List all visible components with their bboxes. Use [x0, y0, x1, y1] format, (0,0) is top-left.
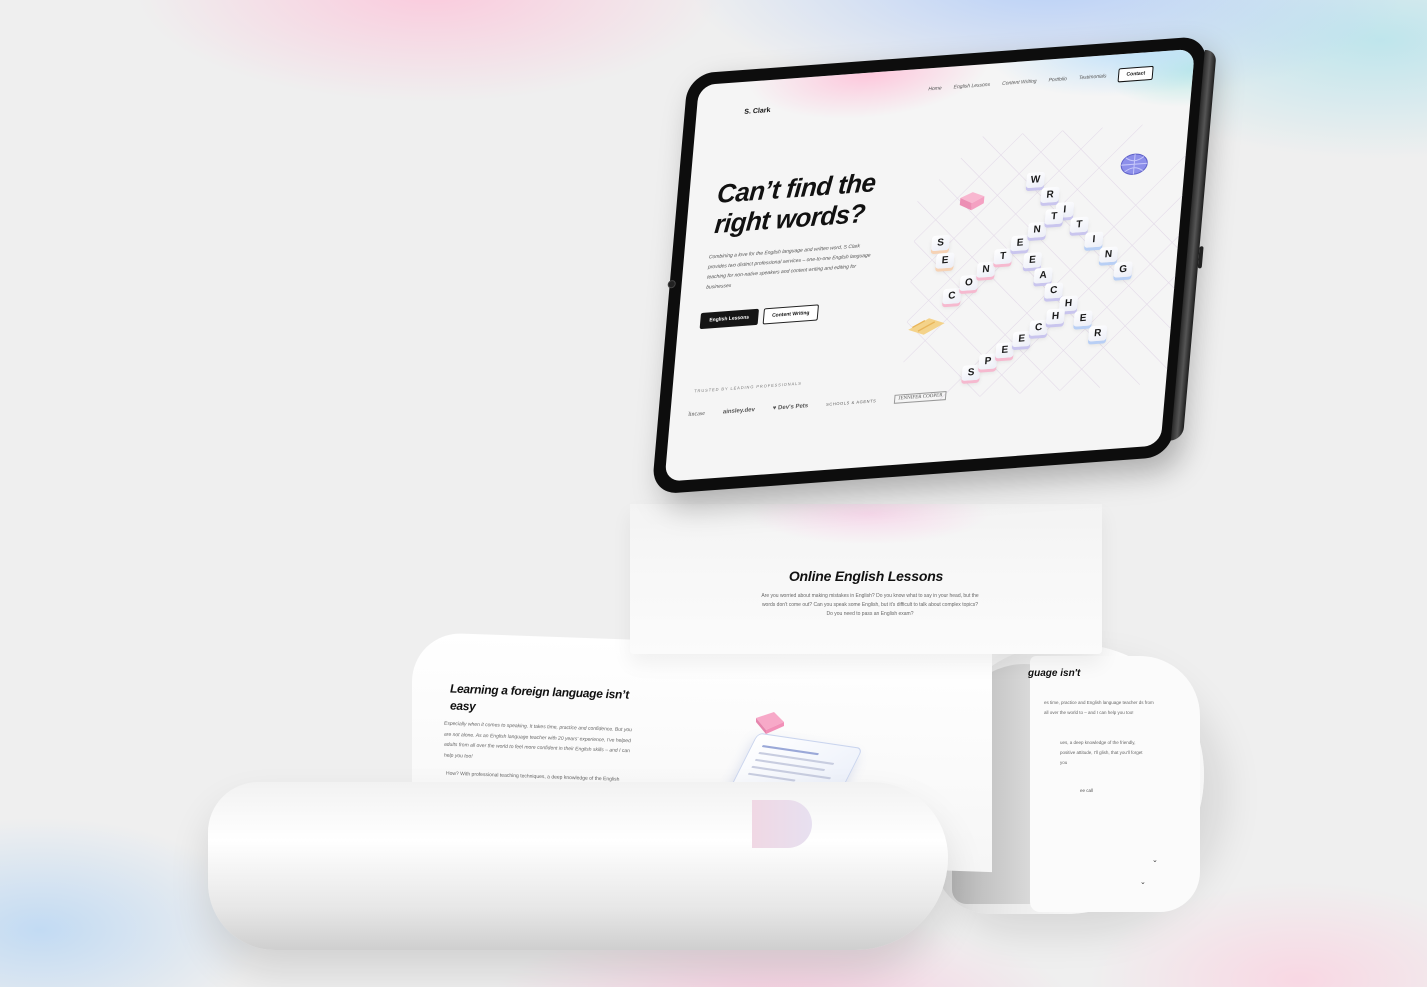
tile-g: G	[1113, 261, 1133, 278]
pink-block-icon	[959, 192, 985, 211]
nav-item-portfolio[interactable]: Portfolio	[1048, 76, 1067, 83]
tablet-device: S. Clark Home English Lessons Content Wr…	[651, 35, 1217, 495]
tile-h: H	[1045, 308, 1066, 325]
tile-r: R	[1040, 186, 1060, 204]
tile-e: E	[1022, 251, 1043, 269]
client-logo-lincase: lincase	[687, 410, 706, 418]
nav-item-home[interactable]: Home	[928, 85, 942, 92]
globe-icon	[1120, 153, 1148, 175]
tile-t: T	[1069, 216, 1089, 233]
tile-n: N	[976, 261, 996, 278]
contact-button[interactable]: Contact	[1117, 65, 1154, 83]
pencil-icon	[908, 318, 945, 335]
camera-icon	[667, 279, 677, 289]
tile-n: N	[1098, 246, 1119, 263]
chevron-down-icon[interactable]: ⌄	[1140, 878, 1146, 886]
learn-section-title: Learning a foreign language isn’t easy	[450, 681, 630, 714]
tile-n: N	[1027, 221, 1047, 239]
tablet-screen: S. Clark Home English Lessons Content Wr…	[664, 48, 1195, 482]
paper-right-page	[1030, 656, 1200, 912]
right-page-text-2: ues, a deep knowledge of the friendly, p…	[1060, 740, 1143, 765]
right-page-heading: guage isn't	[1028, 668, 1081, 679]
tile-a: A	[1033, 267, 1053, 284]
site-logo[interactable]: S. Clark	[744, 107, 771, 116]
paper-top-page: Online English Lessons Are you worried a…	[630, 504, 1102, 654]
tile-i: I	[1084, 231, 1104, 248]
chevron-down-icon[interactable]: ⌄	[1152, 856, 1158, 864]
section-title: Online English Lessons	[788, 568, 944, 584]
nav-item-content-writing[interactable]: Content Writing	[1002, 78, 1037, 87]
tile-e: E	[935, 252, 955, 269]
client-logo-schools-agents: SCHOOLS & AGENTS	[825, 398, 877, 407]
tile-e: E	[1010, 234, 1030, 252]
pink-tile-icon	[756, 712, 784, 734]
learn-section-text: Especially when it comes to speaking. It…	[444, 720, 632, 760]
nav-item-testimonials[interactable]: Testimonials	[1079, 73, 1107, 81]
nav-links: Home English Lessons Content Writing Por…	[928, 65, 1154, 97]
nav-item-english-lessons[interactable]: English Lessons	[953, 82, 990, 91]
tile-c: C	[942, 287, 962, 305]
client-name: Dev's Pets	[777, 402, 809, 411]
paper-roll	[208, 782, 948, 950]
paper-roll-inner	[752, 800, 812, 848]
client-logo-ainsley: ainsley.dev	[722, 406, 756, 415]
section-text: Are you worried about making mistakes in…	[761, 593, 979, 617]
tile-r: R	[1088, 325, 1108, 342]
right-page-text: es time, practice and English language t…	[1044, 700, 1154, 715]
tile-e: E	[1073, 310, 1093, 327]
word-tiles-illustration: W R I T I N G S E C O N T E N T E A C H …	[900, 120, 1195, 402]
right-page-link[interactable]: ee call	[1080, 788, 1093, 793]
tile-t: T	[1044, 208, 1064, 225]
tile-t: T	[993, 248, 1013, 265]
client-logo-devs-pets: ♥ Dev's Pets	[773, 403, 809, 412]
tile-w: W	[1025, 171, 1046, 189]
tile-s: S	[930, 234, 951, 252]
tile-o: O	[959, 274, 979, 292]
